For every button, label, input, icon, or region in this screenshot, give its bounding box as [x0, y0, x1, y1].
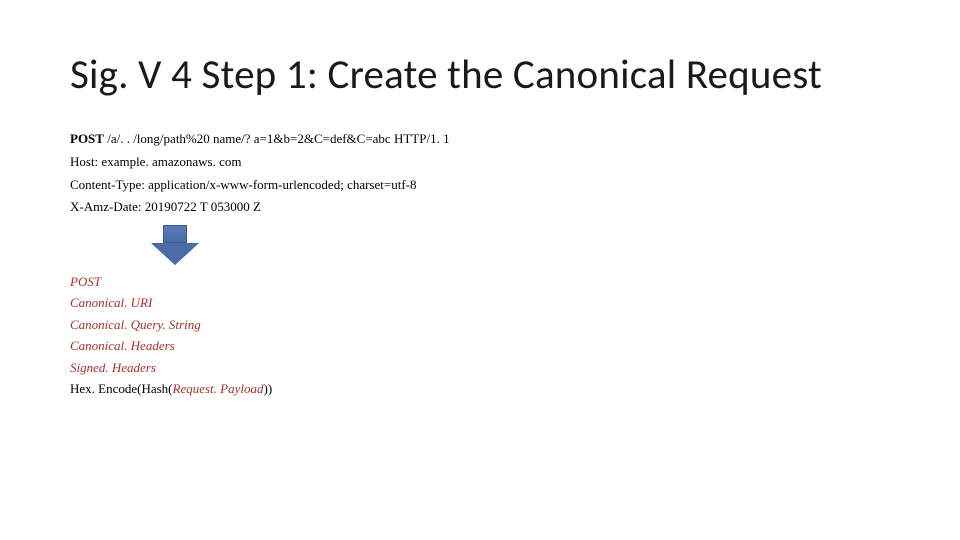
hex-encode-pre: Hex. Encode(Hash( — [70, 381, 173, 396]
canon-signed-headers: Signed. Headers — [70, 357, 890, 378]
canon-uri: Canonical. URI — [70, 292, 890, 313]
slide-title: Sig. V 4 Step 1: Create the Canonical Re… — [70, 50, 890, 100]
content-type-header: Content-Type: application/x-www-form-url… — [70, 174, 890, 197]
amz-date-header: X-Amz-Date: 20190722 T 053000 Z — [70, 196, 890, 219]
host-header: Host: example. amazonaws. com — [70, 151, 890, 174]
request-line: POST /a/. . /long/path%20 name/? a=1&b=2… — [70, 128, 890, 151]
canonical-request-block: POST Canonical. URI Canonical. Query. St… — [70, 271, 890, 400]
hex-encode-post: )) — [264, 381, 273, 396]
canon-headers: Canonical. Headers — [70, 335, 890, 356]
http-method: POST — [70, 131, 104, 146]
down-arrow-icon — [150, 225, 200, 267]
request-payload: Request. Payload — [173, 381, 264, 396]
canon-method: POST — [70, 271, 890, 292]
canon-query: Canonical. Query. String — [70, 314, 890, 335]
http-request-block: POST /a/. . /long/path%20 name/? a=1&b=2… — [70, 128, 890, 219]
canon-payload-hash: Hex. Encode(Hash(Request. Payload)) — [70, 378, 890, 399]
request-target: /a/. . /long/path%20 name/? a=1&b=2&C=de… — [104, 131, 450, 146]
